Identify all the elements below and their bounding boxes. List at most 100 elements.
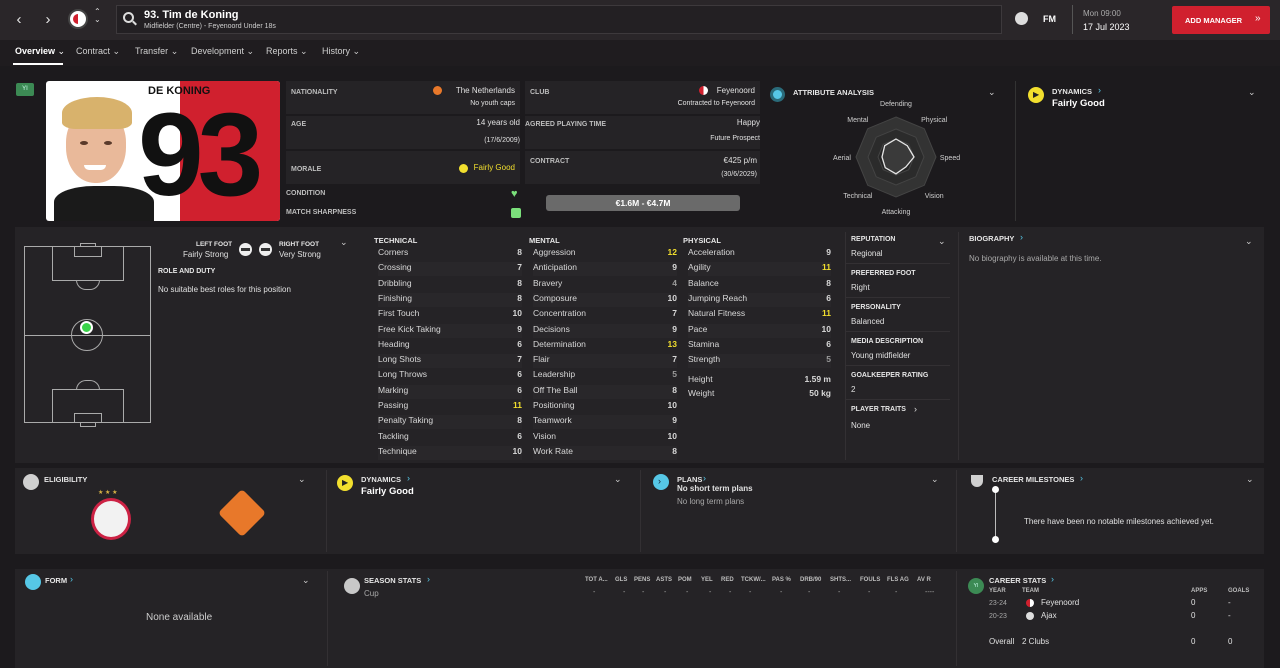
attribute-row[interactable]: Tackling 6 bbox=[378, 431, 522, 445]
knvb-crest-icon[interactable] bbox=[217, 488, 267, 538]
dynamics-link[interactable]: DYNAMICS bbox=[361, 475, 401, 484]
season-stats-column[interactable]: SHTS... bbox=[830, 577, 851, 583]
chevron-down-icon[interactable]: ⌄ bbox=[1248, 87, 1256, 98]
club-crest-icon[interactable] bbox=[68, 9, 88, 29]
attribute-row[interactable]: Penalty Taking 8 bbox=[378, 415, 522, 429]
tab-overview[interactable]: Overview ⌄ bbox=[15, 46, 65, 57]
season-stats-column[interactable]: ASTS bbox=[656, 577, 672, 583]
attribute-row[interactable]: Marking 6 bbox=[378, 385, 522, 399]
position-marker[interactable] bbox=[80, 321, 93, 334]
season-stats-column[interactable]: FLS AG bbox=[887, 577, 909, 583]
value-bar[interactable]: €1.6M - €4.7M bbox=[546, 195, 740, 211]
season-stats-column[interactable]: RED bbox=[721, 577, 734, 583]
tab-transfer[interactable]: Transfer ⌄ bbox=[135, 46, 178, 57]
chevron-down-icon[interactable]: ⌄ bbox=[614, 474, 622, 485]
player-header-box[interactable]: 93. Tim de Koning Midfielder (Centre) - … bbox=[116, 5, 1002, 34]
chevron-down-icon[interactable]: ⌄ bbox=[302, 575, 310, 586]
attribute-row[interactable]: Technique 10 bbox=[378, 446, 522, 460]
tab-development[interactable]: Development ⌄ bbox=[191, 46, 254, 57]
attribute-row[interactable]: Decisions 9 bbox=[533, 324, 677, 338]
attribute-row[interactable]: Strength 5 bbox=[688, 354, 831, 368]
attribute-name: Free Kick Taking bbox=[378, 323, 441, 334]
attribute-row[interactable]: Anticipation 9 bbox=[533, 262, 677, 276]
attribute-row[interactable]: Agility 11 bbox=[688, 262, 831, 276]
attribute-row[interactable]: Flair 7 bbox=[533, 354, 677, 368]
attribute-row[interactable]: Passing 11 bbox=[378, 400, 522, 414]
chevron-down-icon[interactable]: ⌄ bbox=[340, 237, 348, 248]
season-stats-value: - bbox=[838, 589, 841, 596]
attribute-row[interactable]: Work Rate 8 bbox=[533, 446, 677, 460]
season-stats-column[interactable]: TOT A... bbox=[585, 577, 608, 583]
season-stats-column[interactable]: POM bbox=[678, 577, 692, 583]
attribute-row[interactable]: Free Kick Taking 9 bbox=[378, 324, 522, 338]
attribute-row[interactable]: Concentration 7 bbox=[533, 308, 677, 322]
tab-history[interactable]: History ⌄ bbox=[322, 46, 360, 57]
season-stats-column[interactable]: AV R bbox=[917, 577, 931, 583]
attribute-row[interactable]: Jumping Reach 6 bbox=[688, 293, 831, 307]
attribute-row[interactable]: Positioning 10 bbox=[533, 400, 677, 414]
attribute-row[interactable]: Corners 8 bbox=[378, 247, 522, 261]
player-traits-label[interactable]: PLAYER TRAITS bbox=[851, 406, 906, 413]
world-icon[interactable] bbox=[1015, 12, 1028, 25]
attribute-row[interactable]: Vision 10 bbox=[533, 431, 677, 445]
season-stats-column[interactable]: FOULS bbox=[860, 577, 880, 583]
attribute-name: Jumping Reach bbox=[688, 292, 748, 303]
fm-logo[interactable]: FM bbox=[1043, 14, 1056, 24]
attribute-row[interactable]: First Touch 10 bbox=[378, 308, 522, 322]
top-bar: ‹ › ⌃ ⌄ 93. Tim de Koning Midfielder (Cen… bbox=[0, 0, 1280, 40]
season-stats-column[interactable]: GLS bbox=[615, 577, 627, 583]
calendar-box[interactable]: Mon 09:00 17 Jul 2023 bbox=[1072, 5, 1165, 34]
chevron-down-icon[interactable]: ⌄ bbox=[1245, 236, 1253, 247]
biography-link[interactable]: BIOGRAPHY bbox=[969, 234, 1014, 243]
attribute-row[interactable]: Composure 10 bbox=[533, 293, 677, 307]
add-manager-button[interactable]: ADD MANAGER » bbox=[1172, 6, 1270, 34]
physical-list: Acceleration 9 Agility 11 Balance 8 Jumping Re… bbox=[688, 247, 831, 369]
attribute-row[interactable]: Pace 10 bbox=[688, 324, 831, 338]
attribute-name: Acceleration bbox=[688, 247, 735, 257]
attribute-row[interactable]: Acceleration 9 bbox=[688, 247, 831, 261]
season-stats-column[interactable]: TCKW/... bbox=[741, 577, 766, 583]
forward-icon[interactable]: › bbox=[40, 10, 56, 30]
attribute-row[interactable]: Finishing 8 bbox=[378, 293, 522, 307]
attribute-row[interactable]: Aggression 12 bbox=[533, 247, 677, 261]
plans-link[interactable]: PLANS bbox=[677, 475, 702, 484]
career-row-team[interactable]: Feyenoord bbox=[1041, 598, 1079, 607]
attribute-row[interactable]: Long Throws 6 bbox=[378, 369, 522, 383]
attribute-row[interactable]: Stamina 6 bbox=[688, 339, 831, 353]
career-stats-link[interactable]: CAREER STATS bbox=[989, 576, 1046, 585]
career-row-team[interactable]: Ajax bbox=[1041, 611, 1057, 620]
chevron-down-icon[interactable]: ⌄ bbox=[938, 236, 946, 247]
attribute-row[interactable]: Crossing 7 bbox=[378, 262, 522, 276]
attribute-row[interactable]: Heading 6 bbox=[378, 339, 522, 353]
attribute-value: 12 bbox=[667, 247, 677, 257]
attribute-row[interactable]: Leadership 5 bbox=[533, 369, 677, 383]
attribute-row[interactable]: Determination 13 bbox=[533, 339, 677, 353]
season-stats-column[interactable]: YEL bbox=[701, 577, 713, 583]
nationality-value[interactable]: The Netherlands bbox=[456, 86, 515, 95]
season-stats-column[interactable]: PENS bbox=[634, 577, 650, 583]
attribute-row[interactable]: Bravery 4 bbox=[533, 278, 677, 292]
chevron-down-icon[interactable]: ⌄ bbox=[1246, 474, 1254, 485]
season-stats-column[interactable]: DRB/90 bbox=[800, 577, 821, 583]
attribute-row[interactable]: Dribbling 8 bbox=[378, 278, 522, 292]
form-link[interactable]: FORM bbox=[45, 576, 67, 585]
dynamics-link[interactable]: DYNAMICS bbox=[1052, 87, 1092, 96]
chevron-down-icon[interactable]: ⌄ bbox=[298, 474, 306, 485]
morale-value[interactable]: Fairly Good bbox=[474, 163, 515, 172]
attribute-row[interactable]: Teamwork 9 bbox=[533, 415, 677, 429]
ajax-crest-icon[interactable] bbox=[91, 498, 131, 540]
club-value[interactable]: Feyenoord bbox=[717, 86, 755, 95]
season-stats-column[interactable]: PAS % bbox=[772, 577, 791, 583]
age-label: AGE bbox=[291, 121, 307, 128]
attribute-row[interactable]: Off The Ball 8 bbox=[533, 385, 677, 399]
chevron-down-icon[interactable]: ⌄ bbox=[931, 474, 939, 485]
tab-contract[interactable]: Contract ⌄ bbox=[76, 46, 120, 57]
attribute-row[interactable]: Natural Fitness 11 bbox=[688, 308, 831, 322]
milestones-link[interactable]: CAREER MILESTONES bbox=[992, 475, 1074, 484]
attribute-row[interactable]: Long Shots 7 bbox=[378, 354, 522, 368]
tab-reports[interactable]: Reports ⌄ bbox=[266, 46, 308, 57]
attribute-row[interactable]: Balance 8 bbox=[688, 278, 831, 292]
back-icon[interactable]: ‹ bbox=[11, 10, 27, 30]
overall-goals: 0 bbox=[1228, 637, 1233, 646]
chevron-updown-icon[interactable]: ⌃ ⌄ bbox=[94, 8, 101, 24]
